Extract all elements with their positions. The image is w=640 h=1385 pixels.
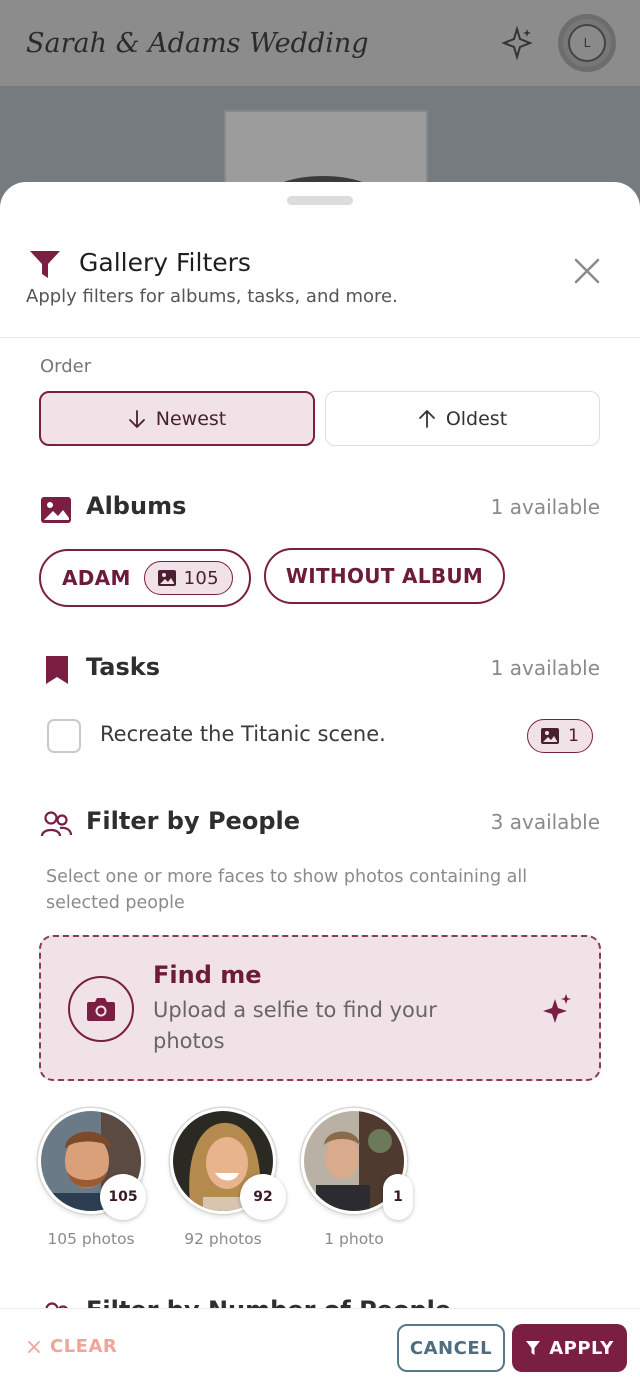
avatar-initial: L xyxy=(568,24,606,62)
people-description: Select one or more faces to show photos … xyxy=(46,867,528,913)
image-icon xyxy=(41,497,71,523)
albums-count: 1 available xyxy=(490,495,600,519)
face-count-badge: 105 xyxy=(100,1174,146,1220)
find-me-subtitle: Upload a selfie to find your photos xyxy=(153,998,437,1053)
face-count-badge: 1 xyxy=(383,1174,413,1220)
app-title: Sarah & Adams Wedding xyxy=(26,27,369,59)
album-chip-without-album[interactable]: WITHOUT ALBUM xyxy=(264,548,505,604)
people-title: Filter by People xyxy=(86,807,301,835)
album-chip-adam[interactable]: ADAM 105 xyxy=(39,549,251,607)
sheet-title: Gallery Filters xyxy=(79,248,251,277)
clear-button[interactable]: CLEAR xyxy=(28,1336,117,1357)
face-item[interactable]: 1 1 photo xyxy=(301,1108,413,1248)
apply-label: APPLY xyxy=(549,1337,614,1359)
tasks-title: Tasks xyxy=(86,653,161,681)
album-chip-label: WITHOUT ALBUM xyxy=(285,564,484,588)
close-icon xyxy=(28,1340,40,1353)
find-me-title: Find me xyxy=(153,961,262,989)
sheet-header: Gallery Filters Apply filters for albums… xyxy=(0,182,640,338)
camera-button xyxy=(68,976,134,1042)
tasks-count: 1 available xyxy=(490,656,600,680)
arrow-up-icon xyxy=(418,409,435,428)
face-label: 105 photos xyxy=(47,1230,135,1248)
task-photo-count: 1 xyxy=(568,726,579,746)
sheet-footer: CLEAR CANCEL APPLY xyxy=(0,1308,640,1385)
sheet-subtitle: Apply filters for albums, tasks, and mor… xyxy=(26,286,398,307)
face-count-badge: 92 xyxy=(240,1174,286,1220)
cancel-button[interactable]: CANCEL xyxy=(397,1324,505,1372)
funnel-icon xyxy=(526,1341,541,1355)
avatar[interactable]: L xyxy=(558,14,616,72)
photo-count-badge: 105 xyxy=(143,561,233,595)
cancel-label: CANCEL xyxy=(409,1337,493,1359)
app-header: Sarah & Adams Wedding L xyxy=(0,0,640,86)
apply-button[interactable]: APPLY xyxy=(512,1324,627,1372)
bookmark-icon xyxy=(46,656,68,684)
task-item[interactable]: Recreate the Titanic scene. 1 xyxy=(47,719,593,755)
task-photo-badge: 1 xyxy=(527,719,593,753)
order-newest-label: Newest xyxy=(155,407,227,430)
order-oldest-label: Oldest xyxy=(445,407,508,430)
image-icon xyxy=(541,728,560,744)
face-label: 92 photos xyxy=(184,1230,262,1248)
close-icon[interactable] xyxy=(570,254,604,288)
people-icon xyxy=(40,811,72,837)
arrow-down-icon xyxy=(128,409,145,428)
order-label: Order xyxy=(40,356,92,377)
order-newest-button[interactable]: Newest xyxy=(39,391,315,446)
camera-icon xyxy=(87,998,115,1021)
image-icon xyxy=(157,570,176,586)
albums-title: Albums xyxy=(86,492,187,520)
sparkle-icon xyxy=(543,994,571,1023)
gallery-filters-sheet: Gallery Filters Apply filters for albums… xyxy=(0,182,640,1385)
find-me-card[interactable]: Find me Upload a selfie to find your pho… xyxy=(39,935,601,1081)
task-checkbox[interactable] xyxy=(47,719,81,753)
face-item[interactable]: 105 105 photos xyxy=(38,1108,146,1248)
order-oldest-button[interactable]: Oldest xyxy=(325,391,600,446)
sparkle-icon[interactable] xyxy=(500,26,534,60)
people-count: 3 available xyxy=(490,810,600,834)
clear-label: CLEAR xyxy=(50,1336,118,1357)
funnel-icon xyxy=(30,251,60,278)
photo-count: 105 xyxy=(183,567,219,589)
task-label: Recreate the Titanic scene. xyxy=(100,722,386,746)
face-item[interactable]: 92 92 photos xyxy=(170,1108,286,1248)
album-chip-label: ADAM xyxy=(62,566,131,590)
face-label: 1 photo xyxy=(324,1230,384,1248)
